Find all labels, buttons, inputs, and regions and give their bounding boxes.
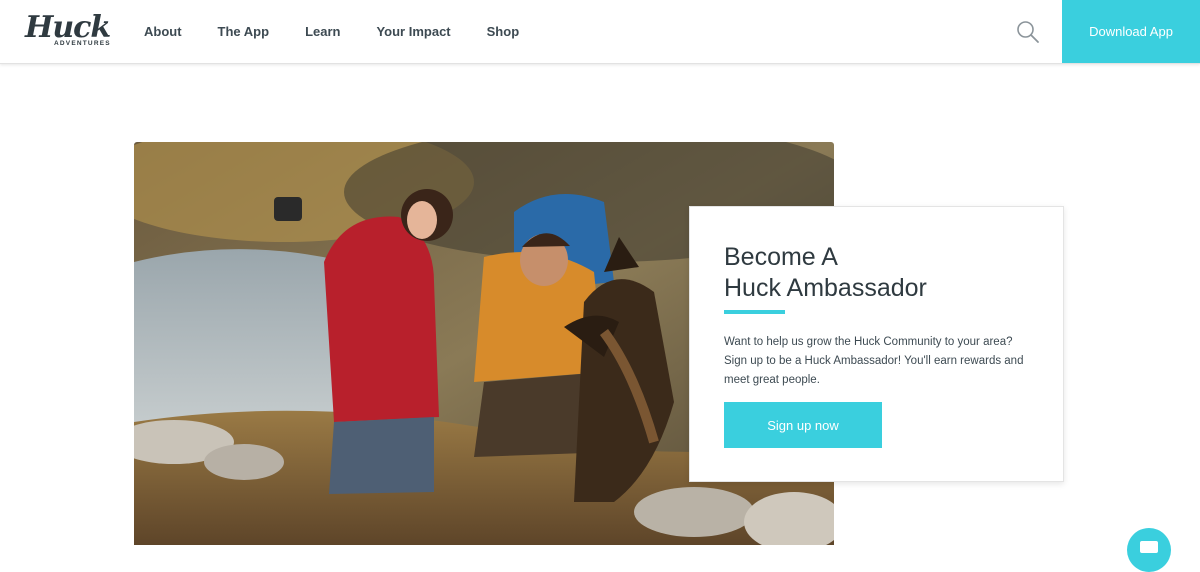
nav-your-impact[interactable]: Your Impact — [376, 24, 450, 39]
main-nav: About The App Learn Your Impact Shop — [144, 0, 555, 63]
nav-about[interactable]: About — [144, 24, 182, 39]
sign-up-button[interactable]: Sign up now — [724, 402, 882, 448]
huck-logo[interactable]: Huck ADVENTURES — [25, 10, 111, 54]
site-header: Huck ADVENTURES About The App Learn Your… — [0, 0, 1200, 64]
card-description: Want to help us grow the Huck Community … — [724, 333, 1044, 390]
nav-shop[interactable]: Shop — [487, 24, 520, 39]
chat-widget-button[interactable] — [1127, 528, 1171, 572]
card-text-line1: Want to help us grow the Huck Community … — [724, 336, 1013, 348]
ambassador-card: Become A Huck Ambassador Want to help us… — [689, 206, 1064, 482]
chat-icon — [1140, 541, 1158, 553]
card-text-line3: meet great people. — [724, 374, 820, 386]
card-text-line2: Sign up to be a Huck Ambassador! You'll … — [724, 355, 1024, 367]
card-title-line1: Become A — [724, 243, 838, 271]
nav-learn[interactable]: Learn — [305, 24, 340, 39]
title-underline — [724, 310, 785, 314]
logo-subtitle: ADVENTURES — [54, 40, 111, 47]
search-icon[interactable] — [1016, 20, 1040, 44]
card-title: Become A Huck Ambassador — [724, 242, 1044, 304]
nav-the-app[interactable]: The App — [218, 24, 270, 39]
download-app-button[interactable]: Download App — [1062, 0, 1200, 63]
card-title-line2: Huck Ambassador — [724, 274, 927, 302]
